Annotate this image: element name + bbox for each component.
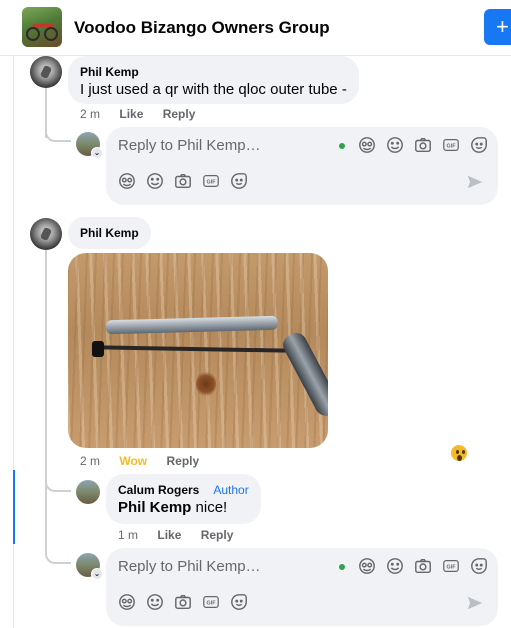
comment-bubble: Phil Kemp I just used a qr with the qloc… <box>68 56 359 104</box>
timestamp[interactable]: 1 m <box>118 528 138 542</box>
reply-author[interactable]: Calum Rogers <box>118 483 199 497</box>
author-badge: Author <box>213 483 249 497</box>
camera-icon[interactable] <box>414 136 432 154</box>
like-button[interactable]: Like <box>157 528 181 542</box>
comment-author[interactable]: Phil Kemp <box>80 225 139 241</box>
avatar[interactable] <box>30 218 62 250</box>
reply-composer[interactable]: Reply to Phil Kemp… GIF GIF <box>106 548 498 626</box>
highlight-rule <box>13 470 15 544</box>
wow-emoji-icon[interactable] <box>449 443 469 463</box>
comment-bubble: Phil Kemp <box>68 217 151 249</box>
thread-elbow <box>45 478 71 492</box>
group-title[interactable]: Voodoo Bizango Owners Group <box>74 18 330 38</box>
emoji-icon[interactable] <box>386 557 404 575</box>
online-indicator <box>339 564 345 570</box>
chevron-down-icon[interactable]: ⌄ <box>91 147 103 159</box>
sticker-icon[interactable] <box>230 593 248 611</box>
mention-link[interactable]: Phil Kemp <box>118 499 191 516</box>
reaction-button[interactable]: Wow <box>119 454 147 468</box>
reply-text: nice! <box>191 499 228 516</box>
avatar-sticker-icon[interactable] <box>358 557 376 575</box>
reply-button[interactable]: Reply <box>201 528 234 542</box>
camera-icon[interactable] <box>414 557 432 575</box>
skewer-shape <box>93 345 295 353</box>
thread-elbow <box>45 128 71 142</box>
gif-icon[interactable]: GIF <box>442 557 460 575</box>
send-icon[interactable] <box>466 173 484 191</box>
group-cover-thumbnail[interactable] <box>22 7 62 47</box>
gif-icon[interactable]: GIF <box>202 172 220 190</box>
gif-icon[interactable]: GIF <box>442 136 460 154</box>
like-button[interactable]: Like <box>119 107 143 121</box>
reply-meta: 1 m Like Reply <box>118 528 249 542</box>
svg-text:GIF: GIF <box>207 180 217 186</box>
reply-button[interactable]: Reply <box>166 454 199 468</box>
skewer-nut-shape <box>92 341 104 357</box>
composer-avatar[interactable]: ⌄ <box>76 553 104 581</box>
avatar-sticker-icon[interactable] <box>118 172 136 190</box>
comment-text: I just used a qr with the qloc outer tub… <box>80 81 347 98</box>
svg-text:GIF: GIF <box>447 565 457 571</box>
emoji-icon[interactable] <box>146 593 164 611</box>
reply-author-line: Calum Rogers Author <box>118 482 249 498</box>
thread-line <box>45 250 47 550</box>
timestamp[interactable]: 2 m <box>80 107 100 121</box>
svg-text:GIF: GIF <box>207 601 217 607</box>
comment-photo[interactable] <box>68 253 328 448</box>
avatar-sticker-icon[interactable] <box>358 136 376 154</box>
axle-tube-shape <box>105 315 279 335</box>
gif-icon[interactable]: GIF <box>202 593 220 611</box>
emoji-icon[interactable] <box>146 172 164 190</box>
emoji-icon[interactable] <box>386 136 404 154</box>
sticker-icon[interactable] <box>470 136 488 154</box>
camera-icon[interactable] <box>174 172 192 190</box>
online-indicator <box>339 143 345 149</box>
comment-meta: 2 m Like Reply <box>80 107 211 121</box>
bike-frame-shape <box>30 24 54 32</box>
svg-text:GIF: GIF <box>447 144 457 150</box>
timestamp[interactable]: 2 m <box>80 454 100 468</box>
avatar[interactable] <box>30 56 62 88</box>
group-header: Voodoo Bizango Owners Group + <box>0 0 511 56</box>
plus-icon[interactable]: + <box>484 9 511 45</box>
wood-knot <box>196 371 216 397</box>
reply-button[interactable]: Reply <box>163 107 196 121</box>
reply-bubble: Calum Rogers Author Phil Kemp nice! <box>106 474 261 524</box>
qr-lever-shape <box>279 329 328 421</box>
avatar-sticker-icon[interactable] <box>118 593 136 611</box>
reply-input[interactable]: Reply to Phil Kemp… <box>118 558 261 575</box>
send-icon[interactable] <box>466 594 484 612</box>
avatar[interactable] <box>76 480 100 504</box>
comment-author[interactable]: Phil Kemp <box>80 64 347 80</box>
composer-avatar[interactable]: ⌄ <box>76 132 104 160</box>
comment-meta: 2 m Wow Reply <box>80 454 215 468</box>
sticker-icon[interactable] <box>230 172 248 190</box>
reply-text-line: Phil Kemp nice! <box>118 499 227 516</box>
avatar-shape: ⌄ <box>76 132 103 159</box>
thread-elbow <box>45 550 71 564</box>
avatar-shape: ⌄ <box>76 553 103 580</box>
sticker-icon[interactable] <box>470 557 488 575</box>
reply-composer[interactable]: Reply to Phil Kemp… GIF GIF <box>106 127 498 205</box>
reply-input[interactable]: Reply to Phil Kemp… <box>118 137 261 154</box>
camera-icon[interactable] <box>174 593 192 611</box>
chevron-down-icon[interactable]: ⌄ <box>91 568 103 580</box>
